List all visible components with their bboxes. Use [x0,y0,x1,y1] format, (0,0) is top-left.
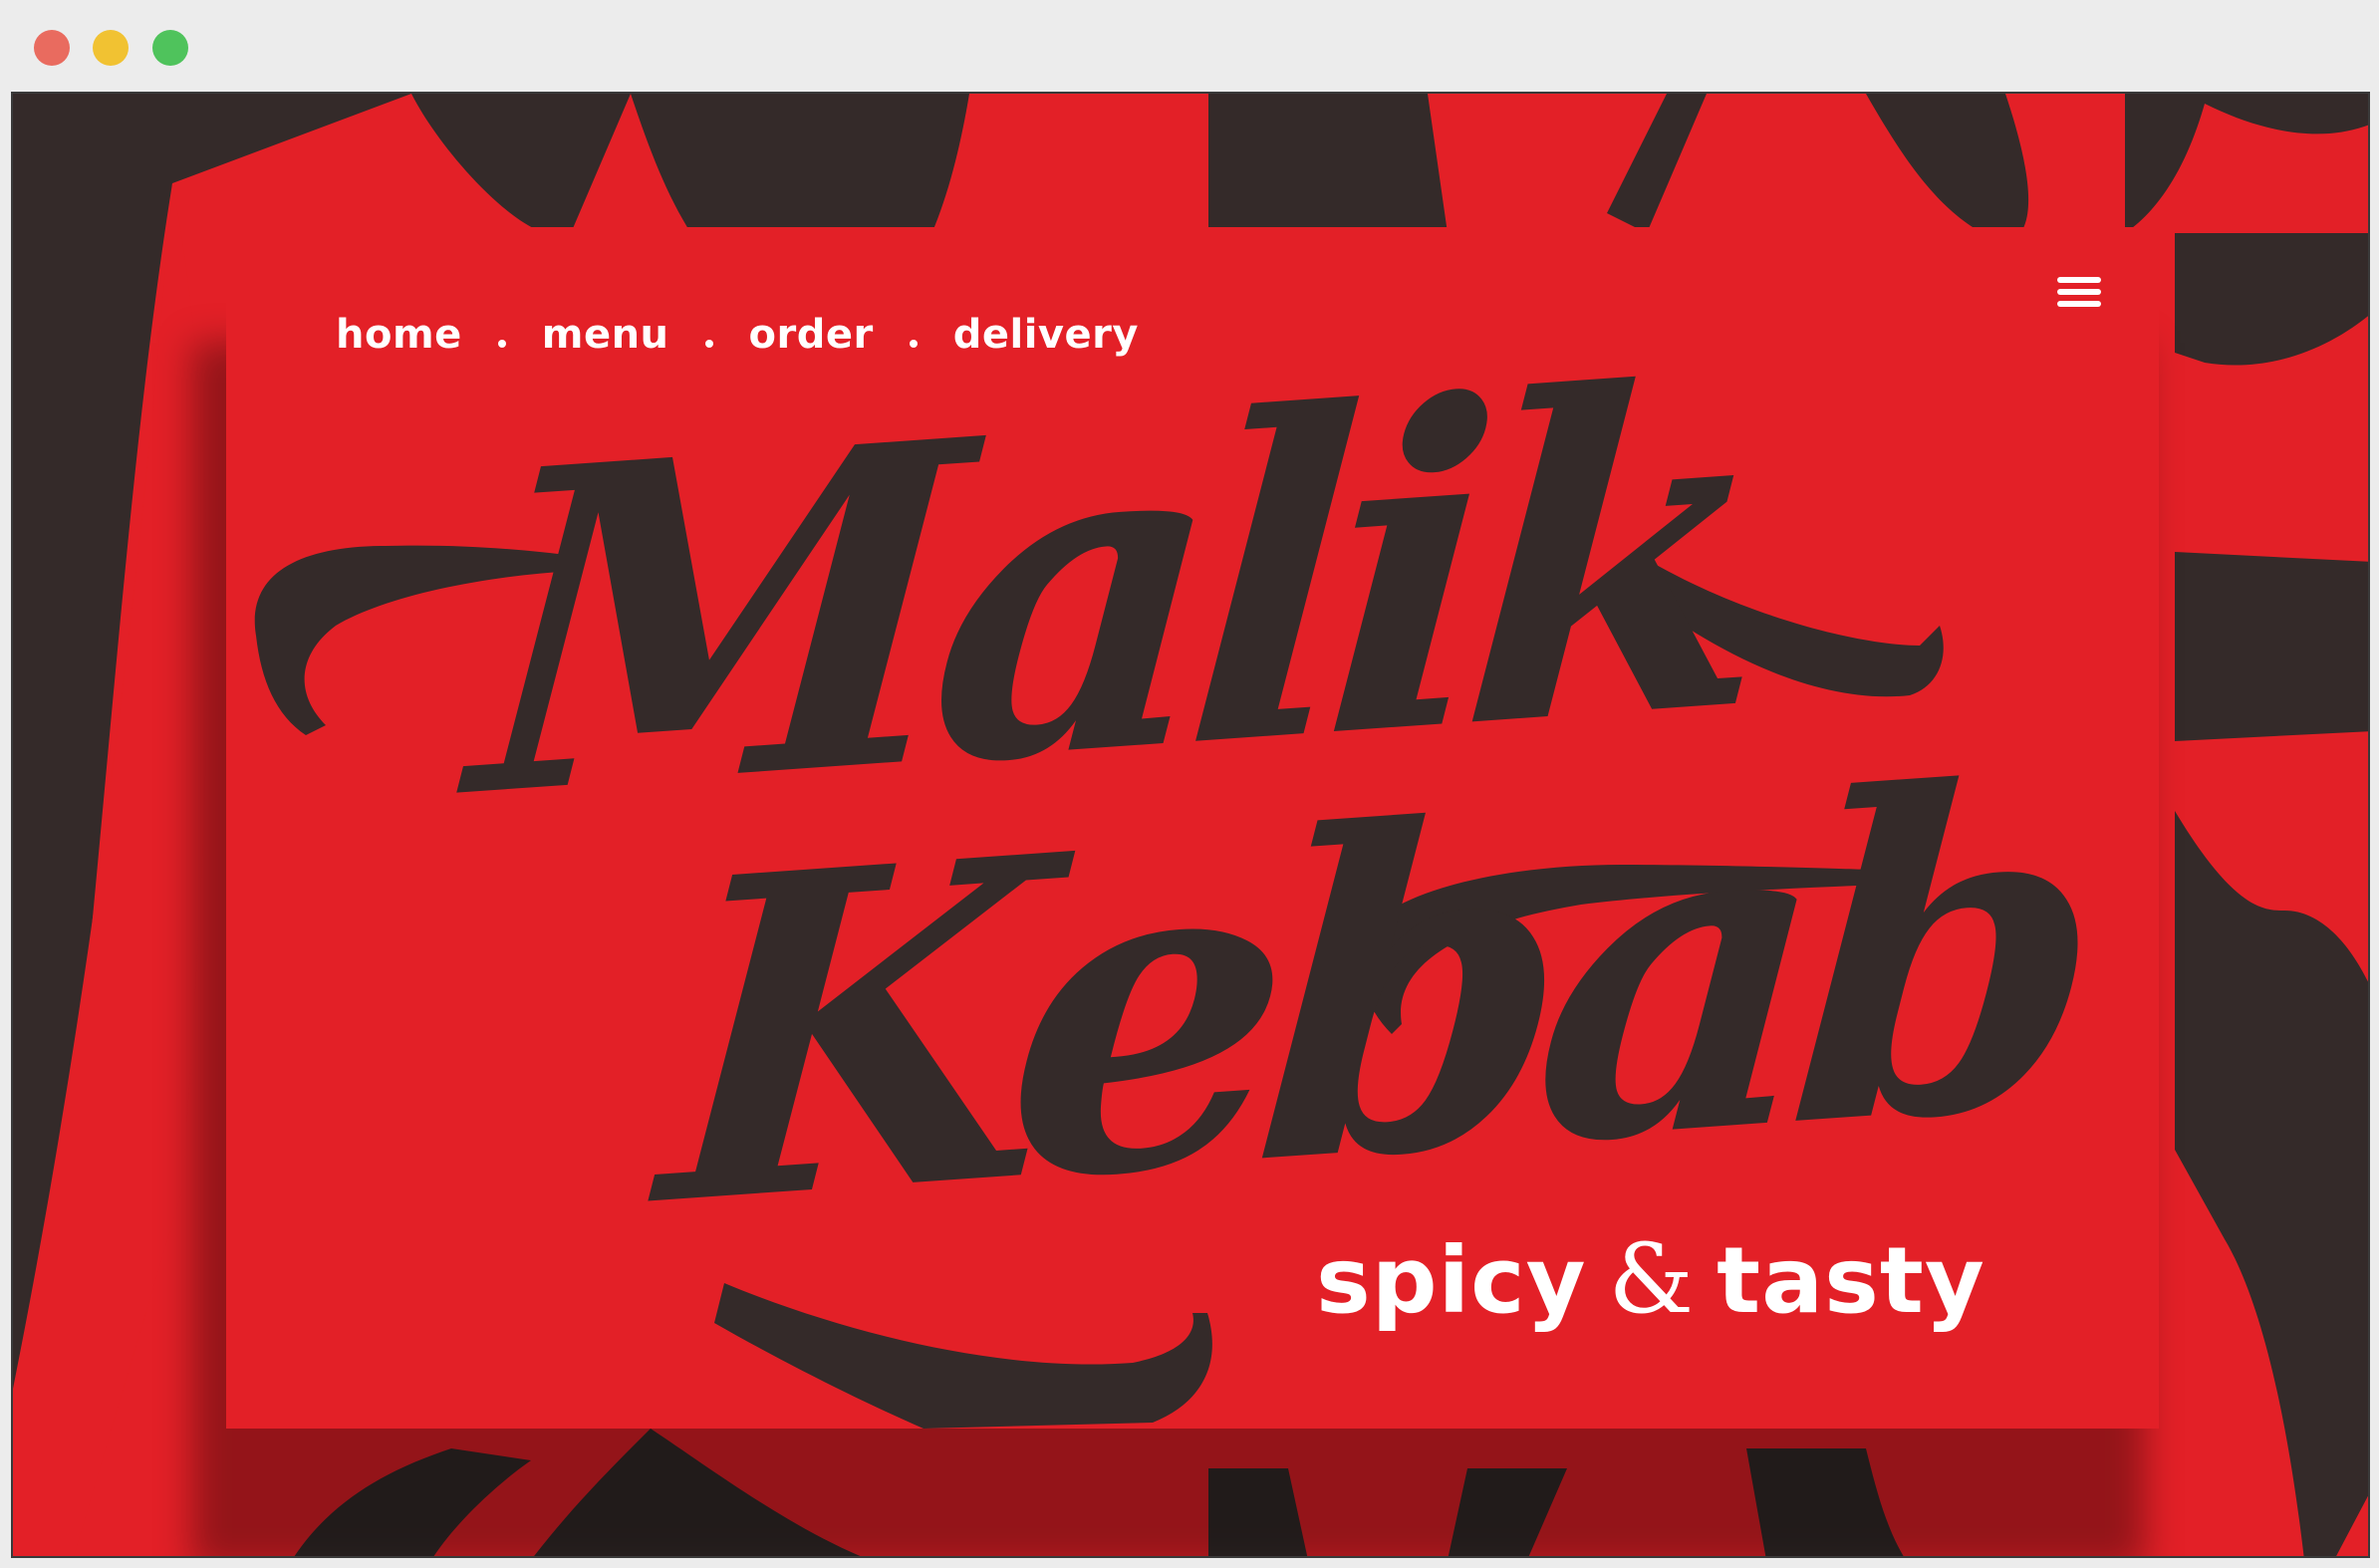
tagline-ampersand: & [1608,1223,1696,1335]
window-minimize-button[interactable] [93,30,129,66]
nav-link-delivery[interactable]: delivery [953,312,1139,358]
tagline: spicy & tasty [1316,1223,1985,1335]
nav-separator [704,340,713,348]
window-close-button[interactable] [34,30,70,66]
nav-separator [497,340,506,348]
window-titlebar [0,0,2379,92]
main-navigation: home menu order delivery [336,312,1139,358]
nav-link-home[interactable]: home [336,312,462,358]
window-maximize-button[interactable] [152,30,188,66]
browser-viewport: Malik Kebab home menu order delivery spi… [11,92,2370,1558]
tagline-part1: spicy [1316,1227,1587,1334]
hero-panel: Malik Kebab home menu order delivery spi… [226,227,2159,1429]
nav-link-order[interactable]: order [749,312,874,358]
tagline-part2: tasty [1717,1227,1985,1334]
nav-separator [909,340,918,348]
hamburger-icon[interactable] [2057,277,2101,313]
nav-link-menu[interactable]: menu [542,312,669,358]
